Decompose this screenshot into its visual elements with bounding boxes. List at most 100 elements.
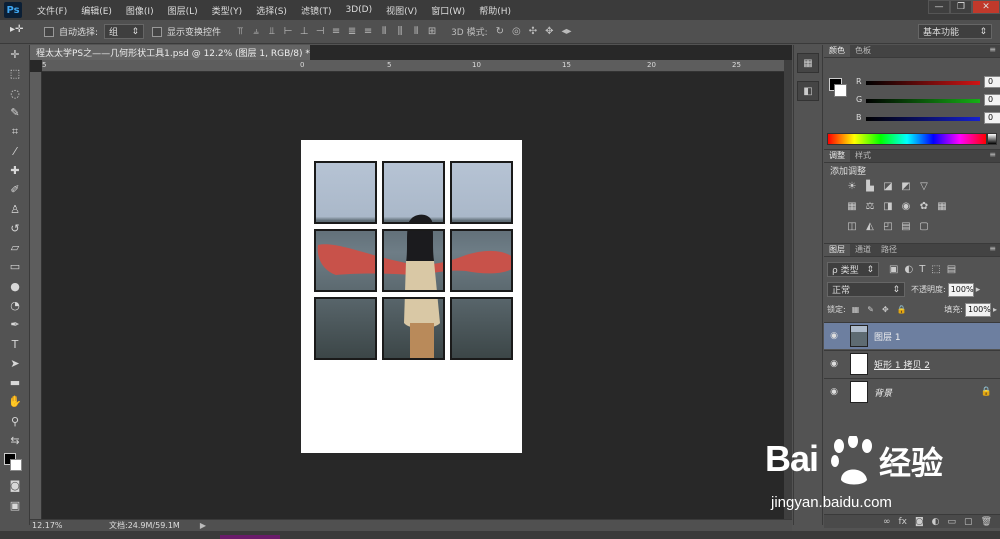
background-color-swatch[interactable]	[10, 459, 22, 472]
new-adjustment-icon[interactable]: ◐	[932, 517, 940, 527]
3d-slide-icon[interactable]: ✥	[545, 26, 553, 37]
filter-adjustment-icon[interactable]: ◐	[904, 264, 913, 275]
lasso-tool-icon[interactable]: ◌	[0, 84, 30, 103]
blue-slider[interactable]: B 0	[856, 112, 1000, 125]
hue-saturation-icon[interactable]: ▦	[846, 200, 858, 212]
align-left-icon[interactable]: ⊢	[283, 26, 293, 37]
layer-name[interactable]: 矩形 1 拷贝 2	[874, 358, 930, 371]
panel-menu-icon[interactable]: ≡	[989, 244, 996, 253]
invert-icon[interactable]: ◫	[846, 220, 858, 232]
menu-type[interactable]: 类型(Y)	[205, 4, 250, 17]
status-menu-icon[interactable]: ▶	[200, 521, 206, 530]
layer-row[interactable]: ◉ 矩形 1 拷贝 2	[824, 350, 1000, 377]
layer-row[interactable]: ◉ 图层 1	[824, 322, 1000, 349]
green-bar[interactable]	[866, 99, 980, 103]
green-slider[interactable]: G 0	[856, 94, 1000, 107]
link-layers-icon[interactable]: ∞	[883, 517, 891, 527]
background-color-swatch[interactable]	[834, 84, 847, 97]
tab-swatches[interactable]: 色板	[850, 45, 876, 57]
lock-position-icon[interactable]: ✥	[882, 305, 889, 314]
menu-edit[interactable]: 编辑(E)	[74, 4, 119, 17]
menu-select[interactable]: 选择(S)	[249, 4, 294, 17]
delete-layer-icon[interactable]: 🗑	[981, 517, 992, 527]
filter-smart-icon[interactable]: ▤	[947, 264, 956, 275]
red-slider[interactable]: R 0	[856, 76, 1000, 89]
menu-help[interactable]: 帮助(H)	[472, 4, 518, 17]
move-tool-icon[interactable]: ▸✛	[10, 24, 36, 40]
move-tool-icon[interactable]: ✛	[0, 45, 30, 64]
levels-icon[interactable]: ▙	[864, 180, 876, 192]
show-transform-checkbox[interactable]	[152, 26, 163, 37]
layer-style-icon[interactable]: fx	[898, 517, 907, 527]
black-white-icon[interactable]: ◨	[882, 200, 894, 212]
align-right-icon[interactable]: ⊣	[315, 26, 325, 37]
workspace-dropdown[interactable]: 基本功能 ⇕	[918, 24, 992, 39]
eyedropper-tool-icon[interactable]: ⁄	[0, 141, 30, 160]
blur-tool-icon[interactable]: ●	[0, 277, 30, 296]
properties-panel-icon[interactable]: ◧	[797, 81, 819, 101]
distribute-vcenter-icon[interactable]: ≣	[347, 26, 357, 37]
add-mask-icon[interactable]: ◙	[915, 517, 924, 527]
zoom-tool-icon[interactable]: ⚲	[0, 412, 30, 431]
color-spectrum[interactable]	[827, 133, 987, 145]
dodge-tool-icon[interactable]: ◔	[0, 296, 30, 315]
panel-menu-icon[interactable]: ≡	[989, 150, 996, 159]
vibrance-icon[interactable]: ▽	[918, 180, 930, 192]
red-value[interactable]: 0	[984, 76, 1000, 88]
tab-channels[interactable]: 通道	[850, 244, 876, 256]
menu-image[interactable]: 图像(I)	[119, 4, 161, 17]
channel-mixer-icon[interactable]: ✿	[918, 200, 930, 212]
clone-stamp-icon[interactable]: ♙	[0, 199, 30, 218]
opacity-value[interactable]: 100%	[947, 282, 974, 297]
panel-menu-icon[interactable]: ≡	[989, 45, 996, 54]
distribute-bottom-icon[interactable]: ≡	[363, 26, 373, 37]
history-panel-icon[interactable]: ▦	[797, 53, 819, 73]
new-layer-icon[interactable]: ▢	[964, 517, 973, 527]
tab-paths[interactable]: 路径	[876, 244, 902, 256]
menu-filter[interactable]: 滤镜(T)	[294, 4, 339, 17]
layer-filter-dropdown[interactable]: ρ 类型 ⇕	[827, 262, 879, 277]
type-tool-icon[interactable]: T	[0, 334, 30, 353]
brightness-icon[interactable]: ☀	[846, 180, 858, 192]
filter-shape-icon[interactable]: ⬚	[931, 264, 940, 275]
fill-value[interactable]: 100%	[964, 302, 991, 317]
quick-select-tool-icon[interactable]: ✎	[0, 103, 30, 122]
path-select-icon[interactable]: ➤	[0, 354, 30, 373]
tab-layers[interactable]: 图层	[824, 244, 850, 256]
marquee-tool-icon[interactable]: ⬚	[0, 64, 30, 83]
distribute-hcenter-icon[interactable]: ⫼	[395, 26, 405, 37]
layer-name[interactable]: 背景	[874, 386, 892, 399]
lock-pixels-icon[interactable]: ✎	[867, 305, 874, 314]
blue-bar[interactable]	[866, 117, 980, 121]
fill-arrow-icon[interactable]: ▸	[993, 305, 997, 314]
document-tab[interactable]: 程太太学PS之——几何形状工具1.psd @ 12.2% (图层 1, RGB/…	[30, 45, 310, 60]
align-vcenter-icon[interactable]: ⫨	[251, 26, 261, 37]
pen-tool-icon[interactable]: ✒	[0, 315, 30, 334]
restore-button[interactable]: ❐	[950, 0, 972, 14]
menu-3d[interactable]: 3D(D)	[338, 5, 379, 15]
auto-align-icon[interactable]: ⊞	[427, 26, 437, 37]
auto-select-dropdown[interactable]: 组 ⇕	[104, 24, 145, 39]
menu-window[interactable]: 窗口(W)	[424, 4, 472, 17]
tab-color[interactable]: 颜色	[824, 45, 850, 57]
distribute-top-icon[interactable]: ≡	[331, 26, 341, 37]
auto-select-checkbox[interactable]	[44, 26, 54, 37]
filter-pixel-icon[interactable]: ▣	[889, 264, 898, 275]
menu-file[interactable]: 文件(F)	[30, 4, 74, 17]
threshold-icon[interactable]: ◰	[882, 220, 894, 232]
screen-mode-icon[interactable]: ▣	[0, 496, 30, 515]
menu-layer[interactable]: 图层(L)	[161, 4, 205, 17]
3d-roll-icon[interactable]: ◎	[512, 26, 521, 37]
grayscale-ramp[interactable]	[987, 133, 997, 145]
blue-value[interactable]: 0	[984, 112, 1000, 124]
hand-tool-icon[interactable]: ✋	[0, 392, 30, 411]
tab-styles[interactable]: 样式	[850, 150, 876, 162]
red-bar[interactable]	[866, 81, 980, 85]
distribute-left-icon[interactable]: ⫴	[379, 26, 389, 37]
gradient-map-icon[interactable]: ▤	[900, 220, 912, 232]
document-page[interactable]	[301, 140, 522, 453]
filter-type-icon[interactable]: T	[919, 264, 925, 275]
quick-mask-icon[interactable]: ◙	[0, 476, 30, 495]
new-group-icon[interactable]: ▭	[948, 517, 957, 527]
curves-icon[interactable]: ◪	[882, 180, 894, 192]
